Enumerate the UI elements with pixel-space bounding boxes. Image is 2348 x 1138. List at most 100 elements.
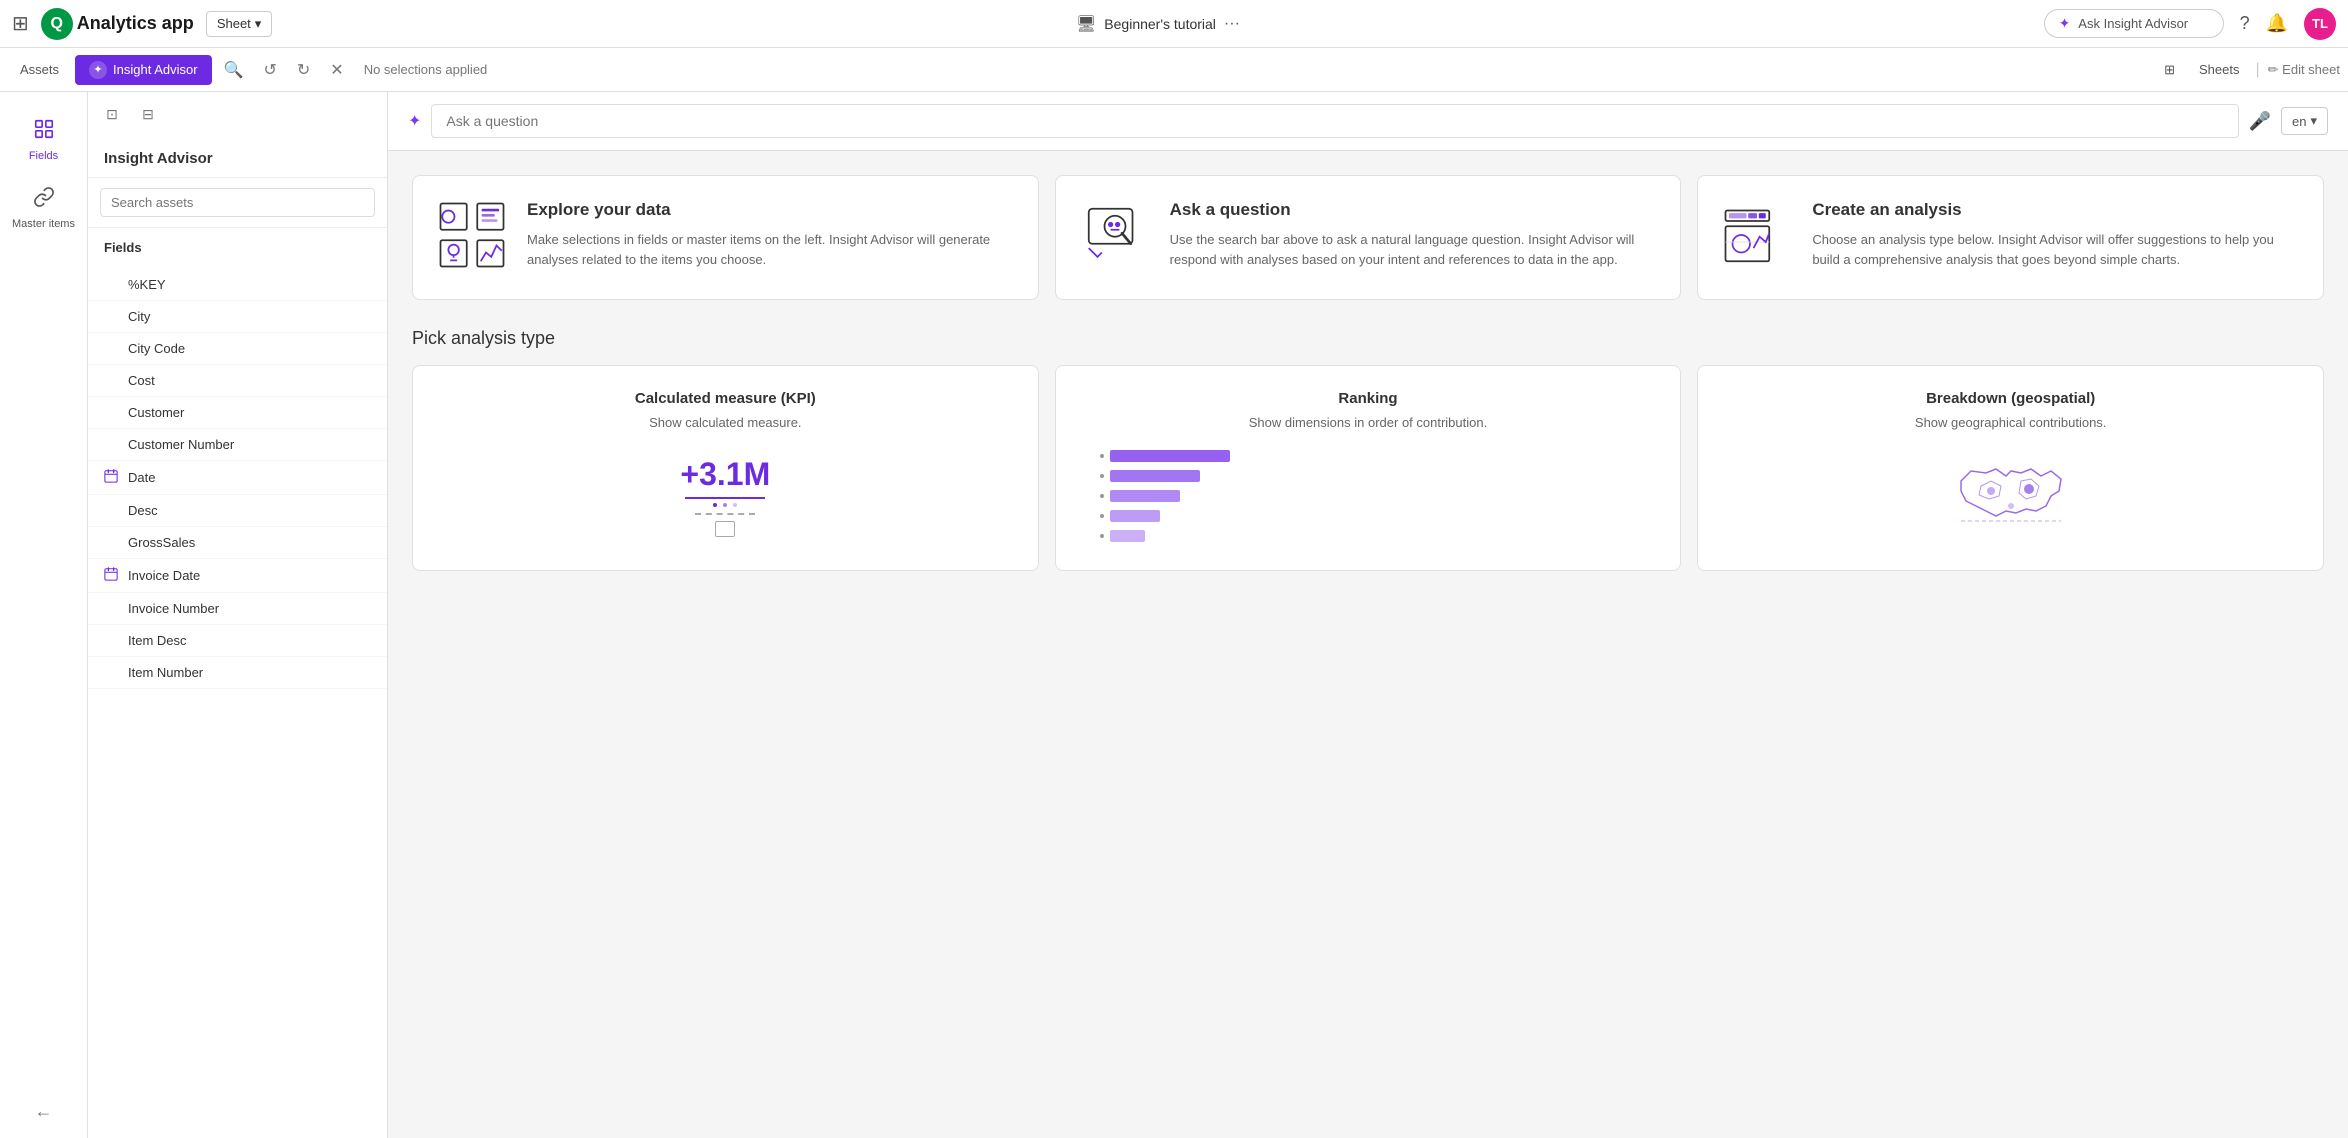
- microphone-icon[interactable]: 🎤: [2249, 111, 2271, 132]
- create-icon: [1722, 200, 1792, 275]
- explore-card-title: Explore your data: [527, 200, 1014, 220]
- ia-search: [88, 178, 387, 228]
- notifications-icon[interactable]: 🔔: [2266, 13, 2288, 34]
- forward-icon[interactable]: ↻: [289, 54, 318, 86]
- geospatial-card[interactable]: Breakdown (geospatial) Show geographical…: [1697, 365, 2324, 571]
- field-label: Invoice Number: [128, 601, 219, 616]
- field-label: Item Number: [128, 665, 203, 680]
- field-label: Cost: [128, 373, 155, 388]
- create-card: Create an analysis Choose an analysis ty…: [1697, 175, 2324, 300]
- assets-button[interactable]: Assets: [8, 56, 71, 83]
- explore-card-text: Make selections in fields or master item…: [527, 230, 1014, 269]
- field-item-date[interactable]: Date: [88, 461, 387, 495]
- sidebar-item-master-items[interactable]: Master items: [4, 176, 84, 240]
- collapse-panel-icon[interactable]: ←: [35, 1101, 53, 1121]
- ask-card: Ask a question Use the search bar above …: [1055, 175, 1682, 300]
- ranking-visual: [1080, 446, 1657, 546]
- sparkle-icon: ✦: [2059, 15, 2071, 32]
- field-item-customer-number[interactable]: Customer Number: [88, 429, 387, 461]
- analysis-section: Pick analysis type Calculated measure (K…: [412, 328, 2324, 571]
- kpi-visual: +3.1M: [437, 446, 1014, 546]
- field-icon: [104, 567, 120, 584]
- content-area: Explore your data Make selections in fie…: [388, 151, 2348, 1138]
- field-label: Desc: [128, 503, 158, 518]
- geospatial-desc: Show geographical contributions.: [1722, 415, 2299, 430]
- panel-toggle: ⊡ ⊟: [88, 92, 387, 136]
- field-label: Customer Number: [128, 437, 234, 452]
- sparkle-question-icon: ✦: [408, 111, 421, 131]
- main-layout: Fields Master items ← ⊡ ⊟ Insight Adviso…: [0, 92, 2348, 1138]
- help-icon[interactable]: ?: [2240, 13, 2250, 34]
- sidebar-item-fields[interactable]: Fields: [4, 108, 84, 172]
- toolbar: Assets ✦ Insight Advisor 🔍 ↺ ↻ ✕ No sele…: [0, 48, 2348, 92]
- ask-question-input[interactable]: [431, 104, 2238, 138]
- nav-right: ✦ Ask Insight Advisor ? 🔔 TL: [2044, 8, 2336, 40]
- explore-card-body: Explore your data Make selections in fie…: [527, 200, 1014, 269]
- search-toolbar-icon[interactable]: 🔍: [216, 54, 252, 86]
- field-item-desc[interactable]: Desc: [88, 495, 387, 527]
- toolbar-right: ⊞ Sheets | ✏ Edit sheet: [2156, 58, 2340, 82]
- fields-label: Fields: [29, 150, 58, 162]
- geospatial-visual: [1722, 446, 2299, 546]
- field-item-%key[interactable]: %KEY: [88, 269, 387, 301]
- field-item-grosssales[interactable]: GrossSales: [88, 527, 387, 559]
- app-name: Analytics app: [77, 13, 194, 34]
- fields-icon: [33, 118, 55, 146]
- ask-insight-advisor-button[interactable]: ✦ Ask Insight Advisor: [2044, 9, 2224, 38]
- ask-icon: [1080, 200, 1150, 275]
- more-icon[interactable]: ···: [1224, 15, 1240, 33]
- info-cards-row: Explore your data Make selections in fie…: [412, 175, 2324, 300]
- grid-menu-icon[interactable]: ⊞: [12, 11, 29, 36]
- kpi-desc: Show calculated measure.: [437, 415, 1014, 430]
- kpi-underline: [685, 497, 765, 499]
- grid-view-icon[interactable]: ⊞: [2156, 58, 2183, 82]
- no-selections-label: No selections applied: [364, 62, 488, 77]
- explore-icon: [437, 200, 507, 275]
- ranking-desc: Show dimensions in order of contribution…: [1080, 415, 1657, 430]
- analysis-cards: Calculated measure (KPI) Show calculated…: [412, 365, 2324, 571]
- panel-contract-btn[interactable]: ⊟: [132, 100, 164, 128]
- field-item-city[interactable]: City: [88, 301, 387, 333]
- field-item-item-number[interactable]: Item Number: [88, 657, 387, 689]
- toolbar-icon-btns: 🔍 ↺ ↻ ✕: [216, 54, 352, 86]
- ranking-card[interactable]: Ranking Show dimensions in order of cont…: [1055, 365, 1682, 571]
- search-assets-input[interactable]: [100, 188, 375, 217]
- ia-fields-list: %KEY City City Code Cost Customer Customer Nu…: [88, 269, 387, 1138]
- qlik-logo: Q Analytics app: [41, 8, 194, 40]
- tutorial-label[interactable]: Beginner's tutorial: [1104, 16, 1216, 32]
- field-item-invoice-number[interactable]: Invoice Number: [88, 593, 387, 625]
- main-content: ✦ 🎤 en ▾: [388, 92, 2348, 1138]
- kpi-title: Calculated measure (KPI): [437, 390, 1014, 407]
- field-item-cost[interactable]: Cost: [88, 365, 387, 397]
- kpi-card[interactable]: Calculated measure (KPI) Show calculated…: [412, 365, 1039, 571]
- field-label: Invoice Date: [128, 568, 200, 583]
- edit-sheet-button[interactable]: ✏ Edit sheet: [2268, 62, 2340, 78]
- ia-circle-icon: ✦: [89, 61, 107, 79]
- clear-icon[interactable]: ✕: [322, 54, 351, 86]
- field-item-city-code[interactable]: City Code: [88, 333, 387, 365]
- ranking-title: Ranking: [1080, 390, 1657, 407]
- field-item-invoice-date[interactable]: Invoice Date: [88, 559, 387, 593]
- create-card-text: Choose an analysis type below. Insight A…: [1812, 230, 2299, 269]
- tutorial-icon: 🖥: [1076, 14, 1096, 34]
- ask-card-body: Ask a question Use the search bar above …: [1170, 200, 1657, 269]
- sheets-button[interactable]: Sheets: [2191, 58, 2247, 81]
- sheet-selector[interactable]: Sheet ▾: [206, 11, 273, 37]
- panel-expand-btn[interactable]: ⊡: [96, 100, 128, 128]
- field-item-item-desc[interactable]: Item Desc: [88, 625, 387, 657]
- ia-panel-header: Insight Advisor: [88, 136, 387, 178]
- master-items-label: Master items: [12, 218, 75, 230]
- language-selector[interactable]: en ▾: [2281, 107, 2328, 135]
- create-card-body: Create an analysis Choose an analysis ty…: [1812, 200, 2299, 269]
- kpi-dash: [695, 513, 755, 515]
- field-label: City: [128, 309, 150, 324]
- top-nav: ⊞ Q Analytics app Sheet ▾ 🖥 Beginner's t…: [0, 0, 2348, 48]
- field-label: Item Desc: [128, 633, 187, 648]
- back-icon[interactable]: ↺: [255, 54, 284, 86]
- field-item-customer[interactable]: Customer: [88, 397, 387, 429]
- ask-card-title: Ask a question: [1170, 200, 1657, 220]
- ia-question-bar: ✦ 🎤 en ▾: [388, 92, 2348, 151]
- insight-advisor-toolbar-button[interactable]: ✦ Insight Advisor: [75, 55, 212, 85]
- user-avatar[interactable]: TL: [2304, 8, 2336, 40]
- field-label: Customer: [128, 405, 184, 420]
